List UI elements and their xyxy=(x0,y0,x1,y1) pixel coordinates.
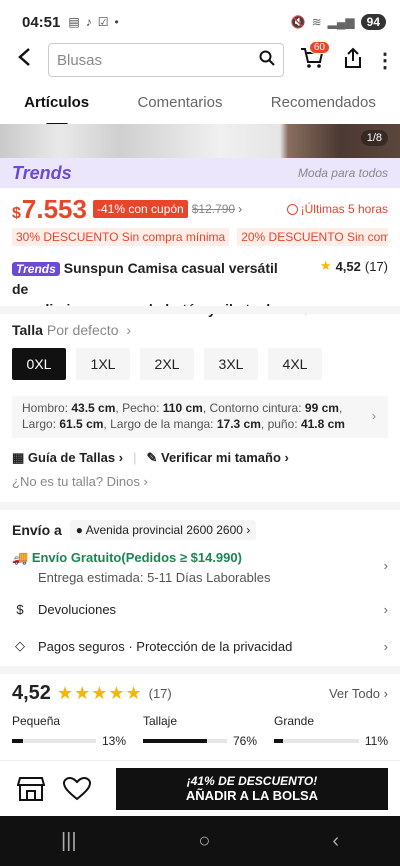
size-header[interactable]: Talla Por defecto › xyxy=(12,322,131,338)
reviews-summary: 4,52 ★★★★★ (17) Ver Todo › xyxy=(12,682,388,705)
verify-size-link[interactable]: ✎ Verificar mi tamaño › xyxy=(146,450,288,466)
mute-icon: 🔇 xyxy=(290,15,306,29)
fit-item-small: Pequeña 13% xyxy=(12,714,126,748)
share-icon[interactable] xyxy=(336,47,370,74)
star-icon: ★ xyxy=(319,258,332,273)
chevron-right-icon[interactable]: › xyxy=(238,202,242,216)
divider xyxy=(0,306,400,314)
chevron-right-icon: › xyxy=(383,638,388,654)
signal-icon: ▂▄▆ xyxy=(327,15,355,29)
fit-item-true: Tallaje 76% xyxy=(143,714,257,748)
returns-row[interactable]: $ Devoluciones › xyxy=(12,602,388,617)
size-option[interactable]: 2XL xyxy=(140,348,194,380)
system-nav-bar: ||| ○ ‹ xyxy=(0,816,400,866)
search-input[interactable]: Blusas xyxy=(48,43,284,77)
size-guide-link[interactable]: ▦ Guía de Tallas › xyxy=(12,450,123,466)
heart-icon[interactable] xyxy=(58,770,96,808)
message-icon: ▤ xyxy=(68,15,80,29)
size-option[interactable]: 1XL xyxy=(76,348,130,380)
view-all-reviews-link[interactable]: Ver Todo › xyxy=(329,686,388,701)
product-tabs: Artículos Comentarios Recomendados xyxy=(0,88,400,122)
tab-recomendados[interactable]: Recomendados xyxy=(271,88,376,122)
cart-count-badge: 60 xyxy=(308,40,330,54)
coupon-strip[interactable]: 30% DESCUENTO Sin compra mínima 20% DESC… xyxy=(12,228,388,246)
more-options-icon[interactable]: ⋮ xyxy=(370,48,400,73)
size-option[interactable]: 0XL xyxy=(12,348,66,380)
size-option[interactable]: 3XL xyxy=(204,348,258,380)
fit-bar xyxy=(143,739,207,743)
location-pin-icon: ● xyxy=(75,523,84,537)
chevron-right-icon: › xyxy=(372,409,376,423)
product-rating[interactable]: ★ 4,52 (17) xyxy=(320,258,388,274)
tab-comentarios[interactable]: Comentarios xyxy=(137,88,222,122)
home-icon[interactable]: ○ xyxy=(198,830,210,853)
image-counter: 1/8 xyxy=(360,130,388,146)
status-time: 04:51 xyxy=(22,13,61,31)
shield-icon: ◇ xyxy=(15,638,25,653)
current-price: $7.553 xyxy=(12,193,87,224)
urgency-timer: ¡Últimas 5 horas xyxy=(286,202,388,216)
dot-icon: • xyxy=(114,15,119,29)
size-selector: 0XL 1XL 2XL 3XL 4XL xyxy=(12,348,322,380)
divider xyxy=(0,666,400,674)
original-price: $12.790 xyxy=(191,202,236,216)
wifi-icon: ≋ xyxy=(311,15,322,29)
chevron-right-icon[interactable]: › xyxy=(384,558,388,573)
size-option[interactable]: 4XL xyxy=(268,348,322,380)
ruler-icon: ▦ xyxy=(12,450,25,465)
product-image-gallery[interactable]: 1/8 xyxy=(0,124,400,158)
tiktok-icon: ♪ xyxy=(85,15,92,29)
shipping-address[interactable]: ● Avenida provincial 2600 2600 › xyxy=(69,520,257,540)
cta-label: AÑADIR A LA BOLSA xyxy=(185,788,319,803)
size-measurements[interactable]: Hombro: 43.5 cm, Pecho: 110 cm, Contorno… xyxy=(12,396,388,438)
back-nav-icon[interactable]: ‹ xyxy=(332,830,339,853)
secure-payments-row[interactable]: ◇ Pagos seguros · Protección de la priva… xyxy=(12,638,388,654)
review-score: 4,52 xyxy=(12,682,51,704)
battery-indicator: 94 xyxy=(360,14,386,30)
chevron-right-icon: › xyxy=(383,602,388,617)
fit-item-large: Grande 11% xyxy=(274,714,388,748)
recent-apps-icon[interactable]: ||| xyxy=(61,830,77,853)
back-arrow-icon[interactable] xyxy=(0,47,48,73)
bottom-action-bar: ¡41% DE DESCUENTO! AÑADIR A LA BOLSA xyxy=(0,760,400,816)
divider: | xyxy=(133,450,137,465)
trends-banner[interactable]: Trends Moda para todos xyxy=(0,158,400,188)
notification-icons: ▤ ♪ ☑ • xyxy=(68,15,118,29)
fit-distribution: Pequeña 13% Tallaje 76% Grande 11% xyxy=(12,714,388,748)
search-placeholder: Blusas xyxy=(57,51,103,69)
tab-articulos[interactable]: Artículos xyxy=(24,88,89,122)
trends-tag: Trends xyxy=(12,262,60,276)
clock-icon xyxy=(286,203,298,215)
coupon-item[interactable]: 20% DESCUENTO Sin compr... xyxy=(237,228,388,246)
cta-discount: ¡41% DE DESCUENTO! xyxy=(186,774,318,788)
price-row: $7.553 -41% con cupón $12.790 › ¡Últimas… xyxy=(12,194,388,224)
add-to-bag-button[interactable]: ¡41% DE DESCUENTO! AÑADIR A LA BOLSA xyxy=(116,767,388,810)
search-icon[interactable] xyxy=(259,50,275,70)
review-count: (17) xyxy=(148,686,172,701)
size-guide-row: ▦ Guía de Tallas › | ✎ Verificar mi tama… xyxy=(12,450,289,466)
returns-icon: $ xyxy=(16,602,24,617)
trends-logo: Trends xyxy=(12,162,72,183)
fit-bar xyxy=(12,739,23,743)
store-icon[interactable] xyxy=(12,770,50,808)
cart-button[interactable]: 60 xyxy=(294,40,330,74)
discount-badge: -41% con cupón xyxy=(92,200,188,218)
coupon-item[interactable]: 30% DESCUENTO Sin compra mínima xyxy=(12,228,230,246)
status-bar: 04:51 ▤ ♪ ☑ • 🔇 ≋ ▂▄▆ 94 xyxy=(0,0,400,44)
trends-tagline: Moda para todos xyxy=(297,166,388,180)
shipping-header[interactable]: Envío a ● Avenida provincial 2600 2600 › xyxy=(12,520,388,540)
check-icon: ☑ xyxy=(97,15,109,29)
divider xyxy=(0,502,400,510)
pencil-icon: ✎ xyxy=(146,450,158,465)
star-rating-icons: ★★★★★ xyxy=(56,683,143,703)
fit-bar xyxy=(274,739,284,743)
search-header: Blusas 60 ⋮ xyxy=(0,40,400,80)
size-feedback-link[interactable]: ¿No es tu talla? Dinos › xyxy=(12,474,148,489)
